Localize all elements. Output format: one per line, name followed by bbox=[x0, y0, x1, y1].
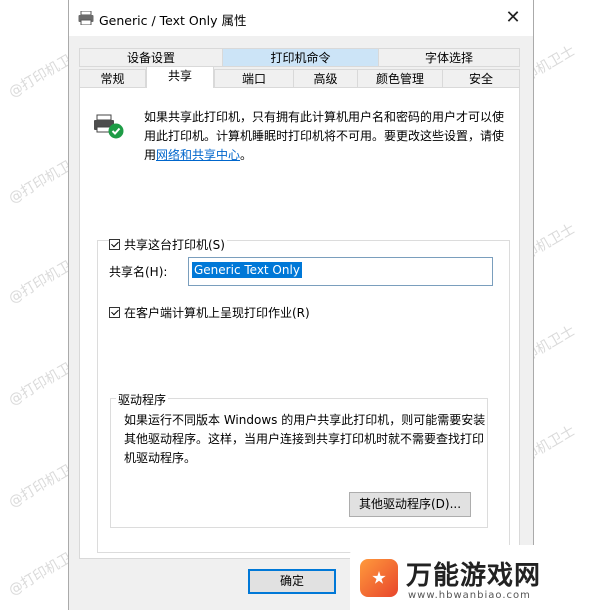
share-name-input[interactable]: Generic Text Only bbox=[188, 257, 493, 286]
star-logo-icon bbox=[360, 559, 398, 597]
site-logo-overlay: 万能游戏网 www.hbwanbiao.com bbox=[350, 545, 600, 610]
share-printer-checkbox[interactable]: 共享这台打印机(S) bbox=[109, 236, 227, 253]
ok-button[interactable]: 确定 bbox=[248, 569, 336, 594]
tab-advanced[interactable]: 高级 bbox=[293, 69, 358, 88]
tab-ports[interactable]: 端口 bbox=[214, 69, 294, 88]
sharing-description-end: 。 bbox=[240, 148, 253, 162]
brand-name: 万能游戏网 bbox=[406, 561, 542, 591]
sharing-description: 如果共享此打印机，只有拥有此计算机用户名和密码的用户才可以使用此打印机。计算机睡… bbox=[144, 108, 512, 165]
window-title: Generic / Text Only 属性 bbox=[99, 13, 247, 28]
tab-color-management[interactable]: 颜色管理 bbox=[357, 69, 443, 88]
drivers-group-title: 驱动程序 bbox=[116, 391, 169, 408]
brand-url: www.hbwanbiao.com bbox=[408, 590, 531, 601]
shared-printer-icon bbox=[94, 114, 124, 139]
network-sharing-center-link[interactable]: 网络和共享中心 bbox=[156, 148, 240, 162]
tab-security[interactable]: 安全 bbox=[442, 69, 520, 88]
title-bar: Generic / Text Only 属性 ✕ bbox=[69, 0, 533, 36]
drivers-description: 如果运行不同版本 Windows 的用户共享此打印机，则可能需要安装其他驱动程序… bbox=[124, 413, 486, 465]
checkbox-checked-icon[interactable] bbox=[109, 239, 120, 250]
additional-drivers-button[interactable]: 其他驱动程序(D)... bbox=[349, 492, 471, 517]
share-name-value: Generic Text Only bbox=[192, 262, 302, 278]
tab-printer-commands[interactable]: 打印机命令 bbox=[222, 48, 379, 67]
close-icon[interactable]: ✕ bbox=[501, 6, 525, 30]
tab-device-settings[interactable]: 设备设置 bbox=[79, 48, 223, 67]
render-jobs-checkbox[interactable]: 在客户端计算机上呈现打印作业(R) bbox=[109, 304, 310, 321]
render-jobs-label: 在客户端计算机上呈现打印作业(R) bbox=[124, 306, 310, 320]
tab-general[interactable]: 常规 bbox=[79, 69, 146, 88]
share-printer-label: 共享这台打印机(S) bbox=[124, 238, 225, 252]
tab-font-selection[interactable]: 字体选择 bbox=[378, 48, 520, 67]
share-name-label: 共享名(H): bbox=[109, 265, 168, 279]
printer-icon bbox=[78, 11, 94, 25]
tab-sharing[interactable]: 共享 bbox=[146, 66, 214, 88]
checkbox-checked-icon[interactable] bbox=[109, 307, 120, 318]
